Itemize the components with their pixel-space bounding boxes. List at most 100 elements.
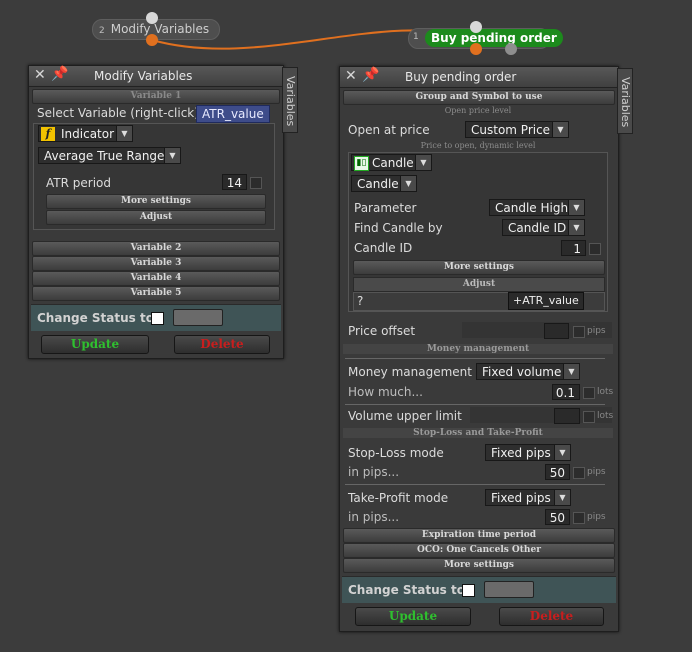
panel-title: Buy pending order (405, 70, 517, 84)
atr-period-label: ATR period (46, 176, 111, 190)
status-value-field[interactable] (173, 309, 223, 326)
price-offset-input[interactable] (544, 323, 569, 339)
variables-side-tab-buy[interactable]: Variables (617, 68, 633, 134)
delete-button[interactable]: Delete (499, 607, 604, 626)
volume-upper-checkbox[interactable] (583, 411, 595, 423)
sl-pips-input[interactable]: 50 (545, 464, 570, 480)
change-status-label: Change Status to (348, 583, 465, 597)
change-status-label: Change Status to (37, 311, 154, 325)
variable-1-header[interactable]: Variable 1 (32, 89, 280, 104)
delete-button[interactable]: Delete (174, 335, 270, 354)
chevron-down-icon: ▼ (415, 155, 431, 170)
open-at-price-value: Custom Price (471, 123, 551, 137)
adjust-bar[interactable]: Adjust (46, 210, 266, 225)
pips-unit-3: pips (587, 512, 606, 522)
update-button[interactable]: Update (41, 335, 149, 354)
node-input-knob[interactable] (146, 12, 158, 24)
change-status-row: Change Status to (31, 304, 281, 331)
status-value-field[interactable] (484, 581, 534, 598)
status-color-checkbox[interactable] (151, 312, 164, 325)
more-settings-bar-2[interactable]: More settings (343, 558, 615, 573)
sl-pips-label: in pips... (348, 465, 400, 479)
volume-upper-input[interactable] (554, 408, 580, 424)
candle-type-value: Candle (372, 156, 414, 170)
variable-2-header[interactable]: Variable 2 (32, 241, 280, 256)
modify-panel-titlebar[interactable]: ✕ 📌 Modify Variables (29, 66, 283, 87)
selected-variable-chip[interactable]: ATR_value (196, 105, 270, 123)
candle-icon: ▮▯ (354, 156, 369, 171)
adjust-operator[interactable]: ? (357, 294, 363, 308)
tp-pips-label: in pips... (348, 510, 400, 524)
more-settings-bar[interactable]: More settings (46, 194, 266, 209)
update-button[interactable]: Update (355, 607, 471, 626)
buy-pending-order-panel: ✕ 📌 Buy pending order Group and Symbol t… (339, 66, 619, 632)
candle-id-input[interactable]: 1 (561, 240, 586, 256)
tp-pips-input[interactable]: 50 (545, 509, 570, 525)
node-buy-pending-order[interactable]: Buy pending order (425, 29, 563, 47)
tp-pips-checkbox[interactable] (573, 512, 585, 524)
atr-period-checkbox[interactable] (250, 177, 262, 189)
how-much-checkbox[interactable] (583, 387, 595, 399)
open-at-price-dropdown[interactable]: Custom Price ▼ (465, 121, 569, 138)
expiration-bar[interactable]: Expiration time period (343, 528, 615, 543)
money-management-label: Money management (348, 365, 472, 379)
sl-mode-label: Stop-Loss mode (348, 446, 444, 460)
parameter-value: Candle High (495, 201, 569, 215)
node-output-knob-buy[interactable] (470, 43, 482, 55)
panel-title: Modify Variables (94, 69, 193, 83)
find-candle-dropdown[interactable]: Candle ID ▼ (502, 219, 585, 236)
node-label: Modify Variables (110, 22, 210, 36)
source-dropdown-value: Indicator (61, 127, 115, 141)
chevron-down-icon: ▼ (568, 200, 584, 215)
node-output-knob[interactable] (146, 34, 158, 46)
node-input-knob-buy[interactable] (470, 21, 482, 33)
parameter-label: Parameter (354, 201, 417, 215)
oco-bar[interactable]: OCO: One Cancels Other (343, 543, 615, 558)
status-color-checkbox[interactable] (462, 584, 475, 597)
lots-unit: lots (597, 387, 614, 397)
buy-panel-titlebar[interactable]: ✕ 📌 Buy pending order (340, 67, 618, 88)
separator (345, 358, 605, 359)
close-icon[interactable]: ✕ (34, 67, 46, 83)
sl-mode-dropdown[interactable]: Fixed pips ▼ (485, 444, 571, 461)
separator (345, 404, 605, 405)
separator (345, 484, 605, 485)
select-variable-label: Select Variable (right-click) (37, 106, 199, 120)
money-management-dropdown[interactable]: Fixed volume ▼ (476, 363, 580, 380)
how-much-input[interactable]: 0.1 (552, 384, 580, 400)
candle-type-dropdown[interactable]: ▮▯ Candle ▼ (351, 154, 432, 171)
variable-3-header[interactable]: Variable 3 (32, 256, 280, 271)
pin-icon[interactable]: 📌 (51, 66, 68, 82)
chevron-down-icon: ▼ (164, 148, 180, 163)
tp-mode-dropdown[interactable]: Fixed pips ▼ (485, 489, 571, 506)
more-settings-bar[interactable]: More settings (353, 260, 605, 275)
pips-unit-2: pips (587, 467, 606, 477)
sl-pips-checkbox[interactable] (573, 467, 585, 479)
find-candle-label: Find Candle by (354, 221, 443, 235)
price-offset-checkbox[interactable] (573, 326, 585, 338)
atr-period-input[interactable]: 14 (222, 174, 247, 190)
close-icon[interactable]: ✕ (345, 68, 357, 84)
modify-variables-panel: ✕ 📌 Modify Variables Variable 1 Select V… (28, 65, 284, 359)
chevron-down-icon: ▼ (568, 220, 584, 235)
node-output-knob-buy-2[interactable] (505, 43, 517, 55)
parameter-dropdown[interactable]: Candle High ▼ (489, 199, 585, 216)
pips-unit: pips (587, 326, 606, 336)
pin-icon[interactable]: 📌 (362, 67, 379, 83)
variables-side-tab[interactable]: Variables (282, 67, 298, 133)
tp-mode-label: Take-Profit mode (348, 491, 449, 505)
candle-id-checkbox[interactable] (589, 243, 601, 255)
indicator-dropdown[interactable]: Average True Range ▼ (38, 147, 181, 164)
variable-4-header[interactable]: Variable 4 (32, 271, 280, 286)
money-management-header: Money management (343, 344, 613, 354)
source-dropdown[interactable]: f Indicator ▼ (38, 125, 133, 142)
adjust-header[interactable]: Adjust (353, 277, 605, 292)
chevron-down-icon: ▼ (554, 445, 570, 460)
candle-dropdown-value: Candle (357, 177, 399, 191)
adjust-value[interactable]: +ATR_value (508, 292, 584, 310)
change-status-row: Change Status to (342, 576, 616, 603)
candle-dropdown[interactable]: Candle ▼ (351, 175, 417, 192)
variable-5-header[interactable]: Variable 5 (32, 286, 280, 301)
node-number: 2 (99, 26, 105, 36)
group-symbol-bar[interactable]: Group and Symbol to use (343, 90, 615, 105)
